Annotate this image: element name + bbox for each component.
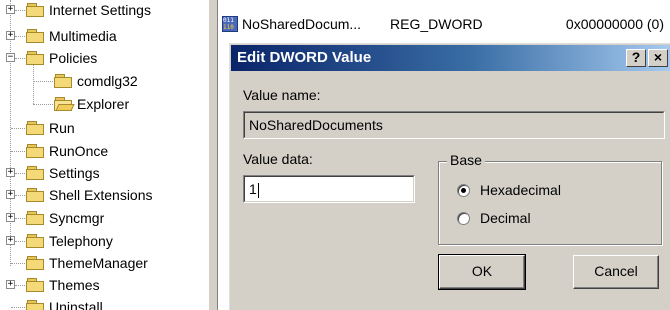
expand-icon[interactable]: + — [6, 280, 15, 289]
tree-item-policies[interactable]: − Policies — [0, 47, 97, 69]
tree-connector-line — [33, 81, 53, 82]
folder-icon — [26, 299, 45, 310]
tree-item-settings[interactable]: + Settings — [0, 162, 100, 184]
base-groupbox: Base Hexadecimal Decimal — [438, 152, 662, 245]
value-data-text-area[interactable]: 1 — [244, 176, 414, 202]
tree-item-syncmgr[interactable]: + Syncmgr — [0, 207, 104, 229]
expand-icon[interactable]: + — [6, 190, 15, 199]
folder-icon — [26, 277, 45, 293]
tree-item-label: Themes — [49, 277, 100, 293]
tree-connector-line — [11, 263, 25, 264]
tree-item-uninstall[interactable]: Uninstall — [0, 296, 103, 310]
expand-icon[interactable]: + — [6, 31, 15, 40]
tree-item-label: Explorer — [77, 96, 130, 112]
tree-connector-line — [15, 58, 25, 59]
tree-connector-line — [33, 104, 53, 105]
hexadecimal-label: Hexadecimal — [480, 182, 561, 198]
close-button[interactable]: × — [648, 49, 668, 67]
folder-icon — [26, 187, 45, 203]
tree-item-label: RunOnce — [49, 143, 109, 159]
folder-icon — [54, 73, 73, 89]
decimal-label: Decimal — [480, 210, 531, 226]
tree-item-thememanager[interactable]: ThemeManager — [0, 252, 148, 274]
tree-item-multimedia[interactable]: + Multimedia — [0, 25, 117, 47]
radio-unselected-icon[interactable] — [457, 211, 470, 225]
value-name-label: Value name: — [243, 87, 321, 103]
decimal-radio[interactable]: Decimal — [457, 210, 531, 226]
value-data-input[interactable]: 1 — [243, 175, 415, 203]
binary-value-icon — [222, 16, 238, 32]
tree-connector-line — [15, 285, 25, 286]
tree-item-run[interactable]: Run — [0, 117, 75, 139]
dialog-title: Edit DWORD Value — [237, 49, 372, 66]
tree-item-label: ThemeManager — [49, 255, 148, 271]
tree-item-label: Multimedia — [49, 28, 117, 44]
base-label: Base — [447, 152, 485, 168]
expand-icon[interactable]: + — [6, 5, 15, 14]
tree-item-label: Uninstall — [49, 299, 103, 310]
folder-icon — [26, 233, 45, 249]
folder-icon — [26, 2, 45, 18]
list-item[interactable]: NoSharedDocum... REG_DWORD 0x00000000 (0… — [222, 14, 670, 34]
tree-item-telephony[interactable]: + Telephony — [0, 230, 113, 252]
tree-connector-line — [11, 128, 25, 129]
folder-icon — [26, 28, 45, 44]
value-data-text: 1 — [249, 181, 257, 197]
value-entry-type: REG_DWORD — [390, 16, 483, 32]
tree-item-explorer[interactable]: Explorer — [0, 93, 129, 115]
tree-item-runonce[interactable]: RunOnce — [0, 140, 108, 162]
dialog-titlebar[interactable]: Edit DWORD Value ? × — [231, 45, 670, 71]
cancel-button[interactable]: Cancel — [573, 255, 659, 289]
folder-icon — [26, 50, 45, 66]
tree-item-shell-extensions[interactable]: + Shell Extensions — [0, 184, 153, 206]
value-data-label: Value data: — [243, 151, 313, 167]
folder-icon — [26, 143, 45, 159]
ok-button[interactable]: OK — [438, 254, 526, 290]
tree-item-label: Shell Extensions — [49, 187, 153, 203]
value-entry-data: 0x00000000 (0) — [565, 16, 664, 32]
tree-item-label: comdlg32 — [77, 73, 138, 89]
radio-selected-icon[interactable] — [457, 183, 470, 197]
text-caret — [257, 182, 259, 198]
tree-item-label: Internet Settings — [49, 2, 151, 18]
tree-item-label: Telephony — [49, 233, 113, 249]
collapse-icon[interactable]: − — [6, 53, 15, 62]
pane-splitter[interactable] — [208, 0, 218, 310]
folder-icon — [26, 165, 45, 181]
expand-icon[interactable]: + — [6, 236, 15, 245]
help-button[interactable]: ? — [626, 49, 646, 67]
tree-item-label: Syncmgr — [49, 210, 105, 226]
value-name-text: NoSharedDocuments — [244, 112, 664, 138]
folder-icon — [26, 120, 45, 136]
open-folder-icon — [54, 96, 75, 112]
folder-icon — [26, 255, 45, 271]
tree-connector-line — [15, 173, 25, 174]
tree-item-internet-settings[interactable]: + Internet Settings — [0, 0, 151, 21]
tree-connector-line — [11, 307, 25, 308]
tree-connector-line — [15, 36, 25, 37]
tree-connector-line — [15, 218, 25, 219]
value-entry-name: NoSharedDocum... — [242, 16, 362, 32]
edit-dword-dialog: Edit DWORD Value ? × Value name: NoShare… — [228, 42, 670, 310]
hexadecimal-radio[interactable]: Hexadecimal — [457, 182, 561, 198]
expand-icon[interactable]: + — [6, 168, 15, 177]
registry-key-tree[interactable]: + Internet Settings + Multimedia − Polic… — [0, 0, 208, 310]
tree-item-label: Policies — [49, 50, 98, 66]
tree-item-label: Run — [49, 120, 75, 136]
tree-item-label: Settings — [49, 165, 100, 181]
tree-connector-line — [15, 241, 25, 242]
tree-item-comdlg32[interactable]: comdlg32 — [0, 70, 138, 92]
expand-icon[interactable]: + — [6, 213, 15, 222]
tree-connector-line — [11, 151, 25, 152]
value-name-field: NoSharedDocuments — [243, 111, 665, 139]
tree-connector-line — [15, 195, 25, 196]
tree-item-themes[interactable]: + Themes — [0, 274, 100, 296]
folder-icon — [26, 210, 45, 226]
tree-connector-line — [15, 10, 25, 11]
